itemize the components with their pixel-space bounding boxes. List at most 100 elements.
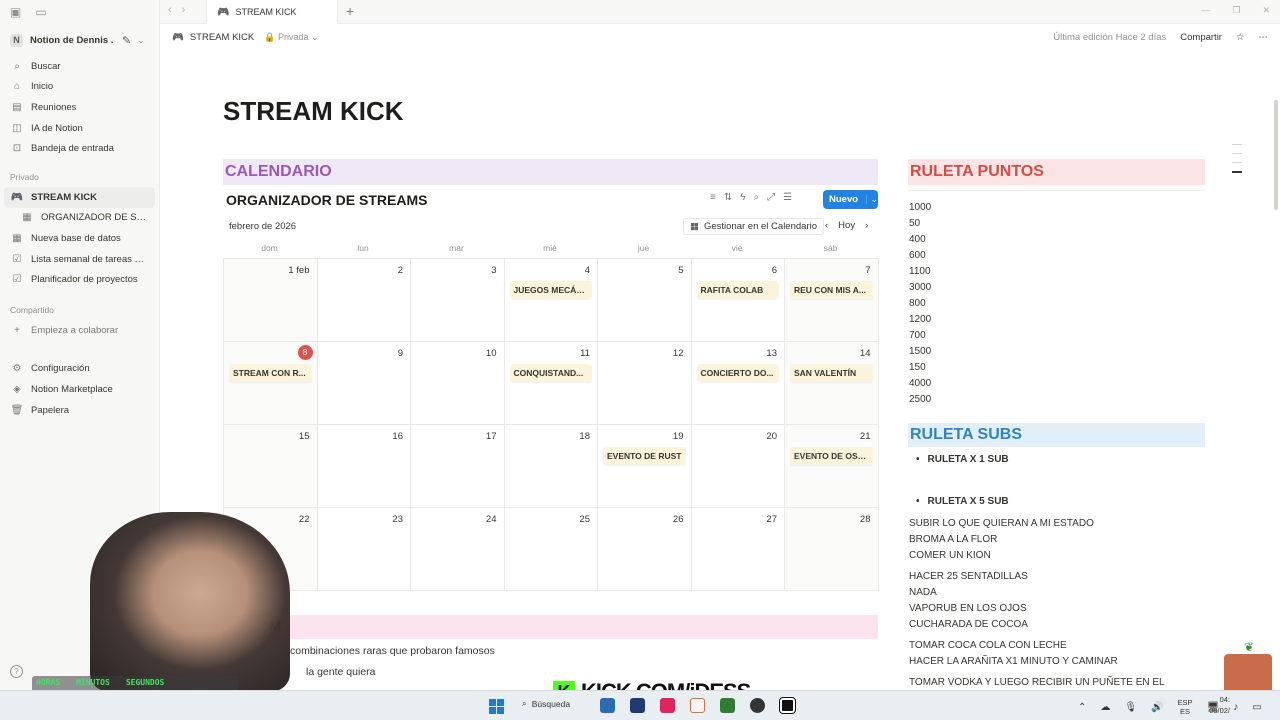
breadcrumb[interactable]: 🎮 STREAM KICK 🔒 Privada ⌄ <box>172 32 319 43</box>
calendar-day-cell[interactable]: 8 STREAM CON R... <box>224 342 318 425</box>
pink-section-heading[interactable]: M <box>223 615 878 639</box>
calendar-heading[interactable]: CALENDARIO <box>223 159 878 185</box>
calendar-event[interactable]: EVENTO DE OSS... <box>790 447 873 465</box>
ruleta-puntos-value[interactable]: 3000 <box>909 280 931 296</box>
media-app-icon[interactable] <box>660 698 675 713</box>
calendar-day-cell[interactable]: 6 RAFITA COLAB <box>691 259 785 342</box>
ruleta-puntos-value[interactable]: 1200 <box>909 312 931 328</box>
ruleta-subs-item[interactable]: SUBIR LO QUE QUIERAN A MI ESTADO <box>909 516 1094 532</box>
sidebar-item-nueva-base[interactable]: ▦ Nueva base de datos <box>0 228 159 249</box>
taskbar-search[interactable]: ⌕ Búsqueda <box>522 698 570 709</box>
sidebar-item-settings[interactable]: ⚙ Configuración <box>0 359 159 380</box>
calendar-day-cell[interactable]: 7 REU CON MIS A... <box>785 259 879 342</box>
ruleta-subs-item[interactable]: VAPORUB EN LOS OJOS <box>909 601 1028 617</box>
filter-icon[interactable]: ≡ <box>710 192 716 203</box>
settings-sliders-icon[interactable]: ☰ <box>783 192 792 203</box>
calendar-day-cell[interactable]: 25 <box>504 508 598 591</box>
ruleta-puntos-value[interactable]: 150 <box>909 360 931 376</box>
notion-app-icon[interactable] <box>779 697 796 714</box>
tab-stream-kick[interactable]: 🎮 STREAM KICK <box>206 0 338 24</box>
calendar-day-cell[interactable]: 27 <box>691 508 785 591</box>
today-button[interactable]: Hoy <box>838 220 855 231</box>
calendar-day-cell[interactable]: 9 <box>317 342 411 425</box>
store-app-icon[interactable] <box>600 698 615 713</box>
volume-icon[interactable]: 🔊 <box>1151 702 1163 713</box>
ruleta-puntos-value[interactable]: 50 <box>909 216 931 232</box>
ruleta-subs-item[interactable]: COMER UN KION <box>909 548 1094 564</box>
sidebar-item-lista-semanal[interactable]: ☑ Lista semanal de tareas pe... <box>0 249 159 270</box>
ruleta-puntos-value[interactable]: 1500 <box>909 344 931 360</box>
calendar-day-cell[interactable]: 5 <box>598 259 692 342</box>
new-tab-icon[interactable]: + <box>346 3 354 19</box>
new-page-icon[interactable]: ✎ <box>122 34 131 47</box>
calendar-day-cell[interactable]: 15 <box>224 425 318 508</box>
workspace-switcher[interactable]: N Notion de Dennis ... ✎ ⌄ <box>0 26 159 54</box>
ruleta-puntos-heading[interactable]: RULETA PUNTOS <box>908 159 1205 185</box>
sidebar-toggle-icon[interactable]: ▭ <box>35 5 46 19</box>
cloud-icon[interactable]: ☁ <box>1100 702 1110 713</box>
ruleta-subs-item[interactable]: TOMAR VODKA Y LUEGO RECIBIR UN PUÑETE EN… <box>909 675 1165 690</box>
calendar-event[interactable]: STREAM CON R... <box>229 364 312 382</box>
minimize-icon[interactable]: — <box>1201 5 1210 16</box>
photoshop-app-icon[interactable] <box>630 698 645 713</box>
calendar-day-cell[interactable]: 1 feb <box>224 259 318 342</box>
notion-logo-icon[interactable]: ▣ <box>10 5 21 19</box>
sidebar-item-home[interactable]: ⌂ Inicio <box>0 77 159 98</box>
ruleta-subs-item[interactable]: HACER 25 SENTADILLAS <box>909 569 1028 585</box>
sidebar-item-organizador[interactable]: ▦ ORGANIZADOR DE STRE... <box>0 208 159 229</box>
brave-app-icon[interactable] <box>690 698 705 713</box>
table-of-contents-indicator[interactable] <box>1232 144 1242 173</box>
ruleta-puntos-value[interactable]: 600 <box>909 248 931 264</box>
calendar-day-cell[interactable]: 19 EVENTO DE RUST <box>598 425 692 508</box>
text-line[interactable]: combinaciones raras que probaron famosos <box>290 645 495 657</box>
more-icon[interactable]: ⋯ <box>1259 32 1269 43</box>
game-app-icon[interactable] <box>720 698 735 713</box>
scrollbar[interactable] <box>1274 100 1278 210</box>
calendar-day-cell[interactable]: 4 JUEGOS MECÁN... <box>504 259 598 342</box>
chevron-down-icon[interactable]: ⌄ <box>866 195 878 204</box>
ruleta-puntos-value[interactable]: 4000 <box>909 376 931 392</box>
sidebar-item-marketplace[interactable]: ◈ Notion Marketplace <box>0 379 159 400</box>
chevron-up-icon[interactable]: ⌃ <box>1078 702 1086 713</box>
calendar-day-cell[interactable]: 2 <box>317 259 411 342</box>
calendar-day-cell[interactable]: 26 <box>598 508 692 591</box>
ruleta-puntos-value[interactable]: 400 <box>909 232 931 248</box>
sidebar-item-collaborate[interactable]: + Empieza a colaborar <box>0 320 159 341</box>
new-entry-button[interactable]: Nuevo ⌄ <box>823 190 878 209</box>
bullet-item[interactable]: RULETA X 5 SUB <box>916 496 1009 507</box>
next-month-icon[interactable]: › <box>865 220 868 231</box>
sidebar-item-stream-kick[interactable]: 🎮 STREAM KICK <box>4 186 155 208</box>
sidebar-item-meetings[interactable]: ▤ Reuniones <box>0 97 159 118</box>
ruleta-subs-item[interactable]: BROMA A LA FLOR <box>909 532 1094 548</box>
calendar-day-cell[interactable]: 10 <box>411 342 505 425</box>
manage-calendar-button[interactable]: ▦ Gestionar en el Calendario <box>683 218 824 235</box>
ruleta-puntos-value[interactable]: 1000 <box>909 200 931 216</box>
help-icon[interactable]: ? <box>10 665 23 678</box>
calendar-event[interactable]: EVENTO DE RUST <box>603 447 686 465</box>
ruleta-puntos-value[interactable]: 800 <box>909 296 931 312</box>
sidebar-item-ai[interactable]: ◫ IA de Notion <box>0 118 159 139</box>
calendar-day-cell[interactable]: 20 <box>691 425 785 508</box>
expand-icon[interactable]: ⤢ <box>767 192 775 203</box>
speaker-icon[interactable]: ♪ <box>1233 702 1238 713</box>
bullet-item[interactable]: RULETA X 1 SUB <box>916 454 1009 465</box>
calendar-day-cell[interactable]: 16 <box>317 425 411 508</box>
calendar-day-cell[interactable]: 12 <box>598 342 692 425</box>
ruleta-subs-item[interactable]: NADA <box>909 585 1028 601</box>
ruleta-puntos-value[interactable]: 2500 <box>909 392 931 408</box>
privacy-badge[interactable]: 🔒 Privada ⌄ <box>264 32 318 43</box>
calendar-day-cell[interactable]: 14 SAN VALENTÍN <box>785 342 879 425</box>
sort-icon[interactable]: ⇅ <box>724 192 732 203</box>
ruleta-subs-heading[interactable]: RULETA SUBS <box>908 423 1205 447</box>
calendar-day-cell[interactable]: 11 CONQUISTAND... <box>504 342 598 425</box>
system-clock[interactable]: 04: 08/02/ <box>1209 694 1230 716</box>
ruleta-puntos-value[interactable]: 1100 <box>909 264 931 280</box>
database-title[interactable]: ORGANIZADOR DE STREAMS <box>226 192 427 208</box>
back-forward-icon[interactable]: ‹› <box>168 4 195 16</box>
share-button[interactable]: Compartir <box>1180 32 1222 43</box>
calendar-day-cell[interactable]: 13 CONCIERTO DO... <box>691 342 785 425</box>
sidebar-item-inbox[interactable]: ⊡ Bandeja de entrada <box>0 138 159 159</box>
maximize-icon[interactable]: ❐ <box>1232 5 1240 16</box>
calendar-day-cell[interactable]: 17 <box>411 425 505 508</box>
calendar-event[interactable]: CONQUISTAND... <box>509 364 592 382</box>
